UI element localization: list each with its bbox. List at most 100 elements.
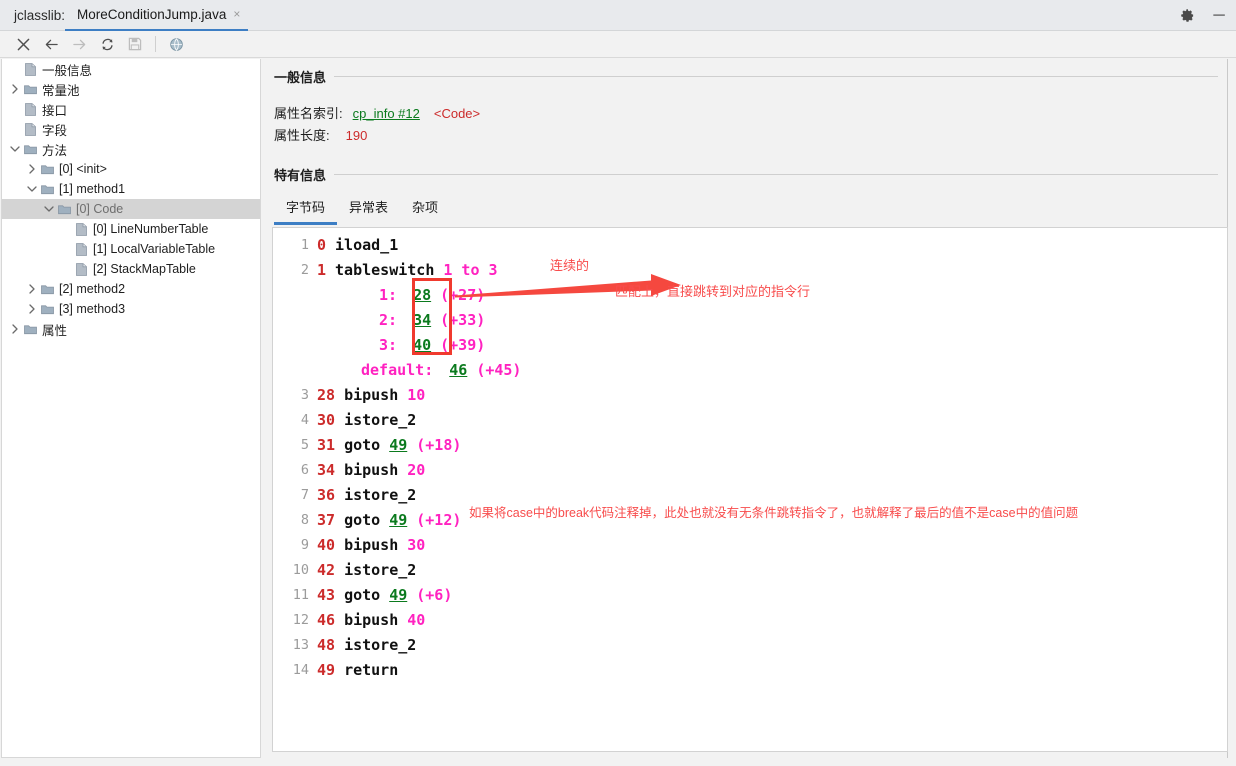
- tree-item[interactable]: [2] StackMapTable: [2, 259, 260, 279]
- instruction-operand: (+6): [416, 585, 453, 604]
- instruction-operand: 20: [407, 460, 426, 479]
- tree-item[interactable]: [3] method3: [2, 299, 260, 319]
- folder-icon: [39, 159, 56, 179]
- line-number: 3: [300, 386, 309, 403]
- bytecode-line[interactable]: 1 0 iload_1: [273, 232, 1227, 257]
- switch-case-key: 1:: [379, 285, 398, 304]
- structure-tree[interactable]: 一般信息 常量池 接口字段 方法 [0] <init> [1] method1 [0] Co…: [1, 59, 261, 758]
- detail-tab[interactable]: 异常表: [337, 193, 400, 225]
- minimize-icon[interactable]: ─: [1210, 7, 1228, 25]
- instruction-mnemonic: bipush: [344, 535, 399, 554]
- file-icon: [73, 219, 90, 239]
- line-number: 14: [292, 661, 309, 678]
- tree-item[interactable]: 字段: [2, 119, 260, 139]
- tree-item[interactable]: [2] method2: [2, 279, 260, 299]
- document-tab[interactable]: MoreConditionJump.java ×: [65, 0, 249, 31]
- file-icon: [73, 259, 90, 279]
- detail-tab[interactable]: 字节码: [274, 193, 338, 225]
- bytecode-line[interactable]: 14 49 return: [273, 657, 1227, 682]
- chevron-down-icon[interactable]: [25, 179, 39, 199]
- detail-tab[interactable]: 杂项: [400, 193, 450, 225]
- back-icon[interactable]: [37, 33, 65, 55]
- window-controls: ─: [1178, 0, 1228, 31]
- chevron-right-icon[interactable]: [8, 79, 22, 99]
- branch-target[interactable]: 49: [389, 511, 407, 529]
- toolbar: [0, 31, 1236, 58]
- globe-icon[interactable]: [162, 33, 190, 55]
- chevron-right-icon[interactable]: [25, 279, 39, 299]
- bytecode-line[interactable]: 3 28 bipush 10: [273, 382, 1227, 407]
- chevron-down-icon[interactable]: [42, 199, 56, 219]
- tree-item[interactable]: [0] LineNumberTable: [2, 219, 260, 239]
- tree-item[interactable]: [0] <init>: [2, 159, 260, 179]
- close-file-icon[interactable]: [9, 33, 37, 55]
- attribute-name-index-row: 属性名索引: cp_info #12 <Code>: [274, 103, 480, 122]
- file-icon: [22, 59, 39, 79]
- tree-item[interactable]: 属性: [2, 319, 260, 339]
- tree-item-label: [0] <init>: [59, 162, 107, 176]
- heading-rule-2: [334, 174, 1218, 175]
- bytecode-line[interactable]: 5 31 goto 49 (+18): [273, 432, 1227, 457]
- tree-item[interactable]: 接口: [2, 99, 260, 119]
- general-info-heading-label: 一般信息: [274, 70, 327, 85]
- tree-item[interactable]: 一般信息: [2, 59, 260, 79]
- instruction-offset: 36: [317, 485, 336, 504]
- save-icon[interactable]: [121, 33, 149, 55]
- instruction-offset: 34: [317, 460, 336, 479]
- bytecode-line[interactable]: 12 46 bipush 40: [273, 607, 1227, 632]
- chevron-right-icon[interactable]: [8, 319, 22, 339]
- switch-case-target[interactable]: 34: [413, 311, 431, 329]
- bytecode-line[interactable]: 10 42 istore_2: [273, 557, 1227, 582]
- instruction-mnemonic: goto: [344, 585, 381, 604]
- bytecode-line[interactable]: 3: 40 (+39): [273, 332, 1227, 357]
- folder-icon: [39, 299, 56, 319]
- line-number: 11: [292, 586, 309, 603]
- tree-item[interactable]: 常量池: [2, 79, 260, 99]
- tree-item[interactable]: [1] method1: [2, 179, 260, 199]
- jclasslib-window: jclasslib: MoreConditionJump.java × ─ 一般…: [0, 0, 1236, 766]
- bytecode-line[interactable]: 6 34 bipush 20: [273, 457, 1227, 482]
- switch-case-key: 3:: [379, 335, 398, 354]
- tree-item[interactable]: 方法: [2, 139, 260, 159]
- close-icon[interactable]: ×: [231, 8, 242, 20]
- instruction-mnemonic: goto: [344, 435, 381, 454]
- detail-tabs[interactable]: 字节码 异常表 杂项: [274, 193, 450, 225]
- reload-icon[interactable]: [93, 33, 121, 55]
- instruction-offset: 28: [317, 385, 336, 404]
- branch-target[interactable]: 49: [389, 436, 407, 454]
- arrow-annotation-text: 匹配上，直接跳转到对应的指令行: [615, 284, 811, 299]
- instruction-mnemonic: iload_1: [335, 235, 399, 254]
- switch-case-target[interactable]: 28: [413, 286, 431, 304]
- bytecode-line[interactable]: 11 43 goto 49 (+6): [273, 582, 1227, 607]
- folder-icon: [39, 279, 56, 299]
- tree-item[interactable]: [0] Code: [2, 199, 260, 219]
- cp-info-link[interactable]: cp_info #12: [353, 106, 420, 121]
- bytecode-line[interactable]: 2 1 tableswitch 1 to 3: [273, 257, 1227, 282]
- chevron-right-icon[interactable]: [25, 159, 39, 179]
- forward-icon[interactable]: [65, 33, 93, 55]
- tree-item-label: 字段: [42, 123, 68, 138]
- instruction-offset: 0: [317, 235, 327, 254]
- line-number: 7: [300, 486, 309, 503]
- line-number: 13: [292, 636, 309, 653]
- gear-icon[interactable]: [1178, 7, 1196, 25]
- chevron-right-icon[interactable]: [25, 299, 39, 319]
- chevron-down-icon[interactable]: [8, 139, 22, 159]
- tree-item-label: [2] method2: [59, 282, 126, 296]
- bytecode-line[interactable]: default: 46 (+45): [273, 357, 1227, 382]
- instruction-operand: 1 to 3: [443, 260, 498, 279]
- bytecode-line[interactable]: 4 30 istore_2: [273, 407, 1227, 432]
- folder-icon: [22, 139, 39, 159]
- bytecode-line[interactable]: 9 40 bipush 30: [273, 532, 1227, 557]
- bytecode-line[interactable]: 2: 34 (+33): [273, 307, 1227, 332]
- tree-item[interactable]: [1] LocalVariableTable: [2, 239, 260, 259]
- switch-case-target[interactable]: 40: [413, 336, 431, 354]
- switch-case-target[interactable]: 46: [449, 361, 467, 379]
- instruction-offset: 49: [317, 660, 336, 679]
- instruction-mnemonic: tableswitch: [335, 260, 435, 279]
- bytecode-view[interactable]: 1 0 iload_1 2 1 tableswitch 1 to 3 1: 28 (+27) 2: 3…: [272, 227, 1228, 752]
- branch-target[interactable]: 49: [389, 586, 407, 604]
- bytecode-line[interactable]: 13 48 istore_2: [273, 632, 1227, 657]
